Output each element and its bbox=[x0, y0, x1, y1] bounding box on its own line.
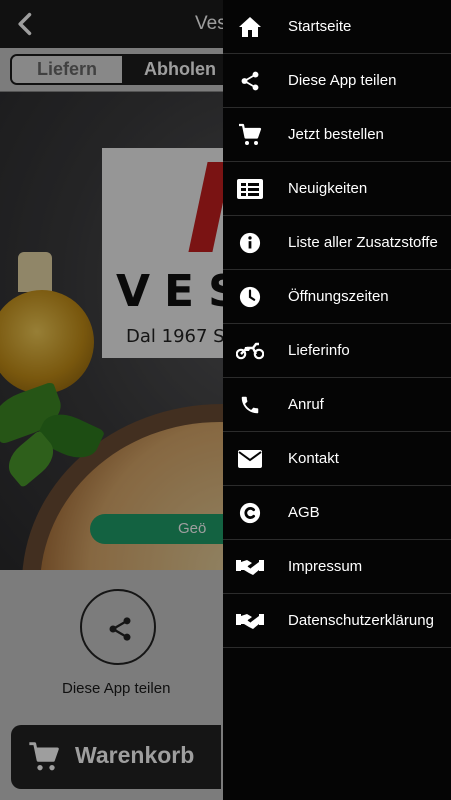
share-icon bbox=[236, 68, 264, 94]
menu-item-label: AGB bbox=[288, 504, 320, 521]
phone-icon bbox=[236, 392, 264, 418]
cart-icon bbox=[236, 122, 264, 148]
navigation-drawer: Startseite Diese App teilen Jetzt bestel… bbox=[223, 0, 451, 800]
mail-icon bbox=[236, 446, 264, 472]
menu-item-label: Anruf bbox=[288, 396, 324, 413]
menu-item-label: Impressum bbox=[288, 558, 363, 575]
menu-item-startseite[interactable]: Startseite bbox=[223, 0, 451, 54]
menu-item-label: Datenschutzerklärung bbox=[288, 612, 434, 629]
menu-item-terms[interactable]: AGB bbox=[223, 486, 451, 540]
menu-item-contact[interactable]: Kontakt bbox=[223, 432, 451, 486]
menu-item-delivery-info[interactable]: Lieferinfo bbox=[223, 324, 451, 378]
handshake-icon bbox=[236, 554, 264, 580]
motorcycle-icon bbox=[236, 338, 264, 364]
menu-item-label: Öffnungszeiten bbox=[288, 288, 389, 305]
menu-item-share[interactable]: Diese App teilen bbox=[223, 54, 451, 108]
menu-item-label: Diese App teilen bbox=[288, 72, 397, 89]
menu-item-label: Neuigkeiten bbox=[288, 180, 368, 197]
menu-item-label: Startseite bbox=[288, 18, 352, 35]
menu-item-call[interactable]: Anruf bbox=[223, 378, 451, 432]
copyright-icon bbox=[236, 500, 264, 526]
clock-icon bbox=[236, 284, 264, 310]
info-icon bbox=[236, 230, 264, 256]
menu-item-label: Jetzt bestellen bbox=[288, 126, 384, 143]
menu-item-additives[interactable]: Liste aller Zusatzstoffe bbox=[223, 216, 451, 270]
menu-item-news[interactable]: Neuigkeiten bbox=[223, 162, 451, 216]
menu-item-order[interactable]: Jetzt bestellen bbox=[223, 108, 451, 162]
menu-item-opening-hours[interactable]: Öffnungszeiten bbox=[223, 270, 451, 324]
menu-item-privacy[interactable]: Datenschutzerklärung bbox=[223, 594, 451, 648]
news-icon bbox=[236, 176, 264, 202]
menu-item-imprint[interactable]: Impressum bbox=[223, 540, 451, 594]
menu-item-label: Kontakt bbox=[288, 450, 339, 467]
handshake-icon bbox=[236, 608, 264, 634]
menu-item-label: Lieferinfo bbox=[288, 342, 350, 359]
home-icon bbox=[236, 14, 264, 40]
menu-item-label: Liste aller Zusatzstoffe bbox=[288, 234, 438, 251]
